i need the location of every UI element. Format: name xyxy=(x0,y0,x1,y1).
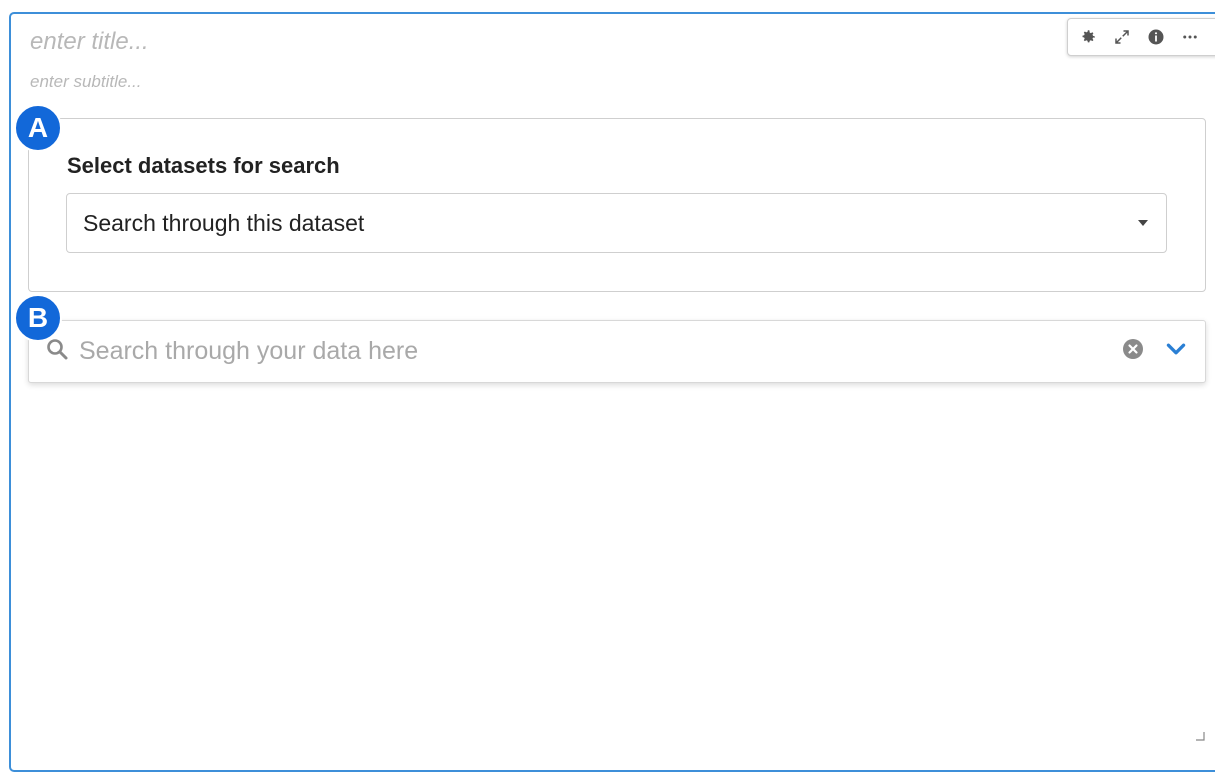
dataset-select-value: Search through this dataset xyxy=(83,209,365,236)
search-actions xyxy=(1121,336,1189,367)
widget-toolbar xyxy=(1067,18,1215,56)
widget-subtitle[interactable]: enter subtitle... xyxy=(30,72,142,92)
search-input[interactable] xyxy=(77,336,1121,367)
badge-b: B xyxy=(14,294,62,342)
clear-icon[interactable] xyxy=(1121,337,1145,366)
search-icon xyxy=(45,337,69,366)
more-icon[interactable] xyxy=(1180,27,1200,47)
search-bar xyxy=(28,320,1206,383)
gear-icon[interactable] xyxy=(1078,27,1098,47)
expand-icon[interactable] xyxy=(1112,27,1132,47)
widget-title[interactable]: enter title... xyxy=(30,28,149,56)
chevron-down-icon[interactable] xyxy=(1163,336,1189,367)
caret-down-icon xyxy=(1138,220,1148,226)
dataset-select-label: Select datasets for search xyxy=(67,153,340,178)
dataset-select[interactable]: Search through this dataset xyxy=(66,193,1167,253)
badge-a: A xyxy=(14,104,62,152)
info-icon[interactable] xyxy=(1146,27,1166,47)
resize-handle-icon[interactable] xyxy=(1195,728,1205,741)
